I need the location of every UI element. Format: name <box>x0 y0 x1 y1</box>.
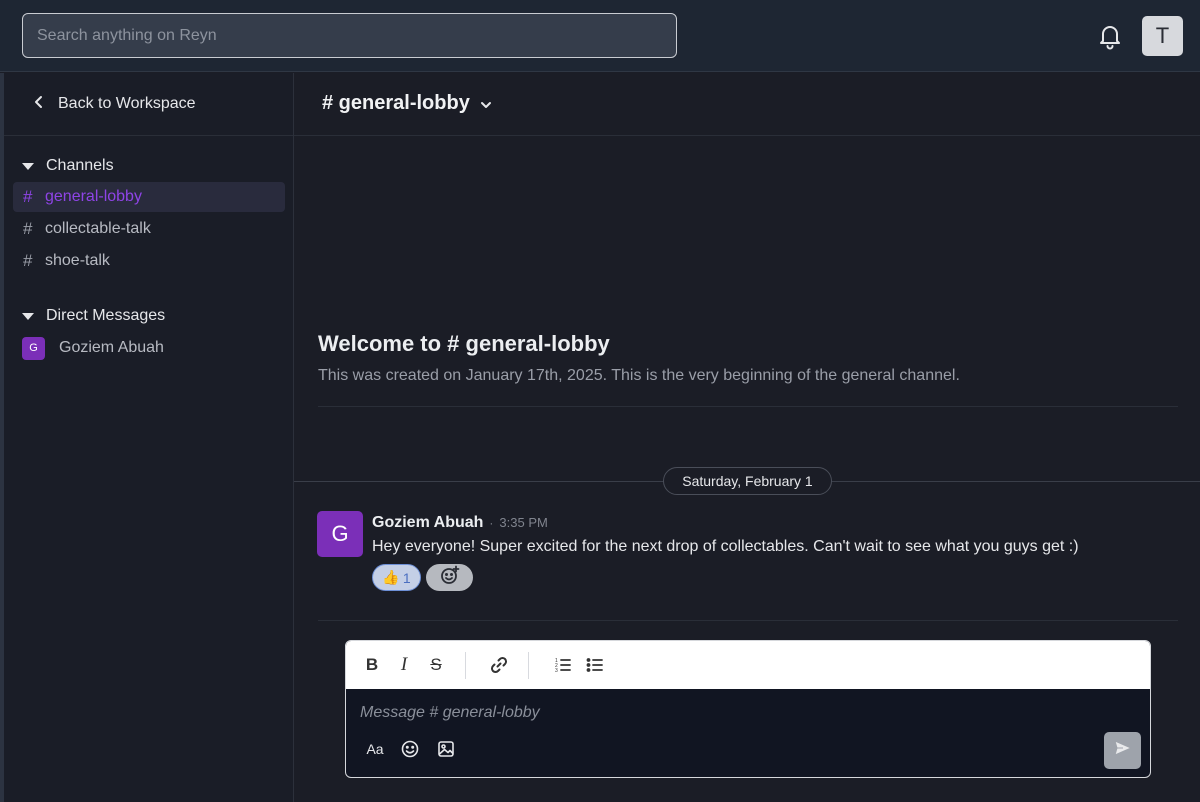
formatting-toolbar: B I S 1 2 3 <box>346 641 1150 689</box>
ordered-list-icon[interactable]: 1 2 3 <box>553 655 573 675</box>
sidebar: Back to Workspace Channels # general-lob… <box>0 73 294 802</box>
direct-messages-heading: Direct Messages <box>46 307 166 324</box>
top-bar: T <box>0 0 1200 72</box>
message-timestamp: 3:35 PM <box>499 515 548 530</box>
link-icon[interactable] <box>489 655 509 675</box>
divider <box>318 620 1178 621</box>
svg-text:3: 3 <box>555 668 558 674</box>
message-avatar[interactable]: G <box>317 511 363 557</box>
reaction-count: 1 <box>402 569 411 586</box>
dm-label: Goziem Abuah <box>59 339 164 356</box>
channel-label: shoe-talk <box>45 252 110 269</box>
user-avatar[interactable]: T <box>1142 16 1183 56</box>
hash-icon: # <box>23 187 33 206</box>
divider <box>318 406 1178 407</box>
italic-button[interactable]: I <box>394 654 414 675</box>
caret-down-icon <box>22 162 34 170</box>
send-button[interactable] <box>1104 732 1141 769</box>
direct-messages-section-toggle[interactable]: Direct Messages <box>20 305 165 327</box>
image-icon[interactable] <box>436 739 456 759</box>
smiley-plus-icon <box>440 565 460 590</box>
add-reaction-button[interactable] <box>426 564 473 591</box>
search-input[interactable] <box>22 13 677 58</box>
channel-title: # general-lobby <box>322 92 470 114</box>
strikethrough-button[interactable]: S <box>426 655 446 675</box>
bold-button[interactable]: B <box>362 655 382 675</box>
channel-title-dropdown[interactable]: # general-lobby <box>322 92 492 115</box>
sidebar-channel-shoe-talk[interactable]: # shoe-talk <box>13 246 285 276</box>
message-composer: B I S 1 2 3 Message # general-lobby Aa <box>345 640 1151 778</box>
text-format-button[interactable]: Aa <box>363 739 387 759</box>
message-header: Goziem Abuah · 3:35 PM <box>372 514 548 532</box>
chevron-left-icon <box>34 95 44 114</box>
message-input[interactable] <box>360 701 1130 725</box>
bell-icon[interactable] <box>1096 22 1124 50</box>
sidebar-channel-general-lobby[interactable]: # general-lobby <box>13 182 285 212</box>
back-to-workspace-label: Back to Workspace <box>58 95 196 112</box>
emoji-icon[interactable] <box>400 739 420 759</box>
separator-dot: · <box>489 516 494 530</box>
hash-icon: # <box>23 251 33 270</box>
message-text: Hey everyone! Super excited for the next… <box>372 538 1079 555</box>
sidebar-divider <box>4 135 293 136</box>
back-to-workspace-link[interactable]: Back to Workspace <box>34 93 196 115</box>
channels-heading: Channels <box>46 157 114 174</box>
welcome-title: Welcome to # general-lobby <box>318 331 610 356</box>
reaction-thumbs-up[interactable]: 👍 1 <box>372 564 421 591</box>
channels-section-toggle[interactable]: Channels <box>20 155 114 177</box>
thumbs-up-icon: 👍 <box>382 569 400 585</box>
message-author[interactable]: Goziem Abuah <box>372 514 483 532</box>
welcome-subtitle: This was created on January 17th, 2025. … <box>318 367 960 384</box>
toolbar-separator <box>465 652 466 679</box>
dm-avatar: G <box>22 336 45 360</box>
send-icon <box>1113 740 1132 761</box>
date-divider: Saturday, February 1 <box>663 467 832 495</box>
hash-icon: # <box>23 219 33 238</box>
bullet-list-icon[interactable] <box>585 655 605 675</box>
channel-header: # general-lobby <box>294 73 1200 136</box>
toolbar-separator <box>528 652 529 679</box>
sidebar-channel-collectable-talk[interactable]: # collectable-talk <box>13 214 285 244</box>
sidebar-dm-goziem-abuah[interactable]: G Goziem Abuah <box>22 336 164 360</box>
channel-label: general-lobby <box>45 188 142 205</box>
caret-down-icon <box>22 312 34 320</box>
channel-label: collectable-talk <box>45 220 151 237</box>
chevron-down-icon <box>480 92 492 115</box>
